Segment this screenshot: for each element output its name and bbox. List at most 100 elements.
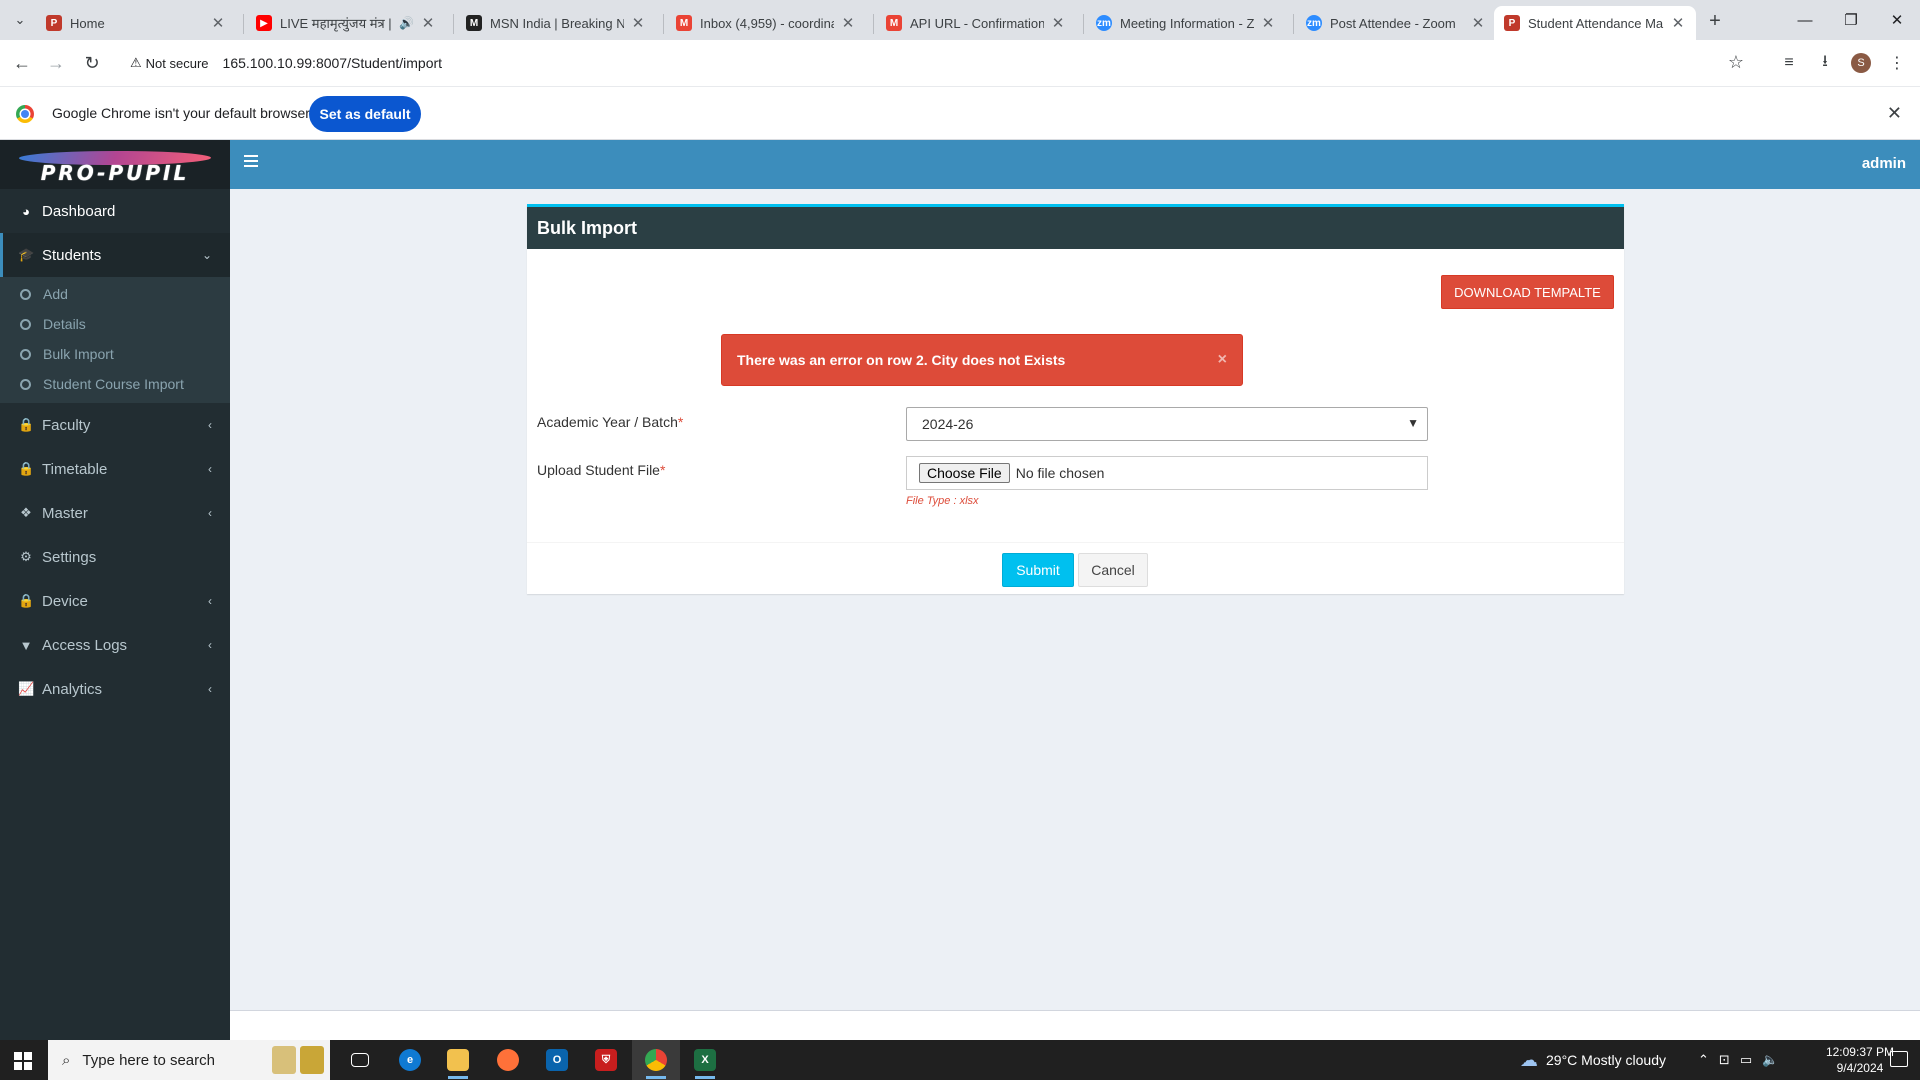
volume-icon[interactable]: 🔈 bbox=[1762, 1052, 1788, 1068]
cancel-button[interactable]: Cancel bbox=[1078, 553, 1148, 587]
download-template-button[interactable]: DOWNLOAD TEMPALTE bbox=[1441, 275, 1614, 309]
taskbar-clock[interactable]: 12:09:37 PM 9/4/2024 bbox=[1826, 1044, 1894, 1076]
cloud-icon: ☁ bbox=[1520, 1049, 1538, 1070]
profile-avatar[interactable]: S bbox=[1851, 53, 1871, 73]
speaker-icon[interactable]: 🔊 bbox=[399, 16, 414, 30]
network-icon[interactable]: ▭ bbox=[1740, 1052, 1762, 1068]
set-as-default-button[interactable]: Set as default bbox=[309, 96, 421, 132]
taskbar-search[interactable]: ⌕ Type here to search bbox=[48, 1040, 330, 1080]
dashboard-icon: ◕ bbox=[22, 203, 30, 219]
alert-close-icon[interactable]: × bbox=[1218, 351, 1227, 369]
browser-tab-active[interactable]: P Student Attendance Man ✕ bbox=[1494, 6, 1696, 40]
media-control-icon[interactable]: ≡ bbox=[1776, 50, 1802, 76]
tab-close-icon[interactable]: ✕ bbox=[420, 14, 436, 32]
browser-menu-icon[interactable]: ⋮ bbox=[1884, 50, 1910, 76]
browser-tab[interactable]: M API URL - Confirmation n ✕ bbox=[876, 6, 1076, 40]
system-tray[interactable]: ⌃ ⊡ ▭ 🔈 bbox=[1698, 1040, 1788, 1080]
new-tab-icon[interactable]: + bbox=[1702, 8, 1728, 34]
browser-tab[interactable]: ▶ LIVE महामृत्युंजय मंत्र | M 🔊 ✕ bbox=[246, 6, 446, 40]
tab-close-icon[interactable]: ✕ bbox=[1670, 14, 1686, 32]
sidebar-item-label: Device bbox=[42, 592, 88, 610]
browser-tab[interactable]: M MSN India | Breaking New ✕ bbox=[456, 6, 656, 40]
search-highlight-image bbox=[272, 1046, 324, 1074]
chevron-up-icon[interactable]: ⌃ bbox=[1698, 1052, 1719, 1068]
excel-icon[interactable]: X bbox=[681, 1040, 729, 1080]
submit-button[interactable]: Submit bbox=[1002, 553, 1074, 587]
choose-file-button[interactable]: Choose File bbox=[919, 463, 1010, 483]
submenu-item-details[interactable]: Details bbox=[0, 309, 230, 339]
gmail-icon: M bbox=[886, 15, 902, 31]
window-close-icon[interactable]: ✕ bbox=[1874, 0, 1920, 40]
submenu-item-student-course-import[interactable]: Student Course Import bbox=[0, 369, 230, 399]
address-bar[interactable]: ⚠ Not secure 165.100.10.99:8007/Student/… bbox=[124, 46, 1754, 80]
warning-icon: ⚠ bbox=[130, 55, 142, 70]
sidebar-item-label: Master bbox=[42, 504, 88, 522]
sidebar-item-faculty[interactable]: 🔒 Faculty ‹ bbox=[0, 403, 230, 447]
tab-close-icon[interactable]: ✕ bbox=[210, 14, 226, 32]
tab-title: Student Attendance Man bbox=[1528, 15, 1664, 31]
sidebar-item-students[interactable]: 🎓 Students ⌄ bbox=[0, 233, 230, 277]
forward-icon[interactable]: → bbox=[42, 49, 70, 77]
security-indicator[interactable]: ⚠ Not secure bbox=[130, 55, 209, 71]
sidebar-item-timetable[interactable]: 🔒 Timetable ‹ bbox=[0, 447, 230, 491]
tab-close-icon[interactable]: ✕ bbox=[1470, 14, 1486, 32]
chrome-taskbar-icon[interactable] bbox=[632, 1040, 680, 1080]
infobar-message: Google Chrome isn't your default browser bbox=[52, 105, 310, 121]
gmail-icon: M bbox=[676, 15, 692, 31]
no-file-text: No file chosen bbox=[1015, 465, 1105, 481]
tab-title: MSN India | Breaking New bbox=[490, 15, 624, 31]
pro-pupil-favicon-icon: P bbox=[46, 15, 62, 31]
outlook-icon[interactable]: O bbox=[533, 1040, 581, 1080]
tab-close-icon[interactable]: ✕ bbox=[1050, 14, 1066, 32]
download-icon[interactable]: ⭳ bbox=[1812, 50, 1838, 76]
tab-close-icon[interactable]: ✕ bbox=[840, 14, 856, 32]
circle-icon bbox=[20, 348, 31, 360]
url-text[interactable]: 165.100.10.99:8007/Student/import bbox=[223, 55, 443, 71]
form-footer: Submit Cancel bbox=[527, 542, 1624, 597]
windows-start-icon[interactable] bbox=[14, 1052, 32, 1070]
browser-tab[interactable]: M Inbox (4,959) - coordinato ✕ bbox=[666, 6, 866, 40]
tab-close-icon[interactable]: ✕ bbox=[1260, 14, 1276, 32]
reload-icon[interactable]: ↻ bbox=[78, 49, 106, 77]
submenu-item-add[interactable]: Add bbox=[0, 279, 230, 309]
meet-now-icon[interactable]: ⊡ bbox=[1719, 1052, 1740, 1068]
sidebar-item-access-logs[interactable]: ▼ Access Logs ‹ bbox=[0, 623, 230, 667]
tab-close-icon[interactable]: ✕ bbox=[630, 14, 646, 32]
cogs-icon: ⚙ bbox=[20, 549, 32, 564]
sidebar-item-master[interactable]: ❖ Master ‹ bbox=[0, 491, 230, 535]
notification-icon[interactable] bbox=[1890, 1051, 1908, 1067]
submenu-item-bulk-import[interactable]: Bulk Import bbox=[0, 339, 230, 369]
task-view-icon[interactable] bbox=[336, 1040, 384, 1080]
restore-icon[interactable]: ❐ bbox=[1828, 0, 1874, 40]
edge-icon[interactable]: e bbox=[386, 1040, 434, 1080]
academic-year-select[interactable]: 2024-26 ▼ bbox=[906, 407, 1428, 441]
clock-time: 12:09:37 PM bbox=[1825, 1045, 1894, 1059]
chevron-left-icon: ‹ bbox=[208, 594, 212, 608]
error-message: There was an error on row 2. City does n… bbox=[737, 352, 1066, 368]
file-explorer-icon[interactable] bbox=[434, 1040, 482, 1080]
back-icon[interactable]: ← bbox=[8, 49, 36, 77]
security-app-icon[interactable]: ⛨ bbox=[582, 1040, 630, 1080]
file-upload-input[interactable]: Choose File No file chosen bbox=[906, 456, 1428, 490]
hamburger-menu-icon[interactable] bbox=[244, 155, 260, 173]
sidebar-item-dashboard[interactable]: ◕ Dashboard bbox=[0, 189, 230, 233]
weather-widget[interactable]: ☁ 29°C Mostly cloudy bbox=[1520, 1040, 1666, 1080]
browser-tab[interactable]: P Home ✕ bbox=[36, 6, 236, 40]
sidebar-item-analytics[interactable]: 📈 Analytics ‹ bbox=[0, 667, 230, 711]
tab-title: Home bbox=[70, 15, 105, 31]
bookmark-star-icon[interactable]: ☆ bbox=[1728, 52, 1744, 73]
browser-tab[interactable]: zm Post Attendee - Zoom ✕ bbox=[1296, 6, 1496, 40]
sidebar-item-settings[interactable]: ⚙ Settings bbox=[0, 535, 230, 579]
firefox-icon[interactable] bbox=[484, 1040, 532, 1080]
tab-search-dropdown-icon[interactable]: ⌄ bbox=[7, 8, 33, 32]
sidebar: PRO-PUPIL ◕ Dashboard 🎓 Students ⌄ Add D… bbox=[0, 140, 230, 1040]
bulk-import-panel: Bulk Import DOWNLOAD TEMPALTE There was … bbox=[527, 204, 1624, 594]
user-menu[interactable]: admin bbox=[1862, 155, 1906, 172]
browser-tab[interactable]: zm Meeting Information - Zo ✕ bbox=[1086, 6, 1286, 40]
sidebar-item-device[interactable]: 🔒 Device ‹ bbox=[0, 579, 230, 623]
logo[interactable]: PRO-PUPIL bbox=[0, 140, 230, 189]
weather-text: 29°C Mostly cloudy bbox=[1546, 1052, 1666, 1068]
infobar-close-icon[interactable]: ✕ bbox=[1887, 103, 1902, 124]
search-placeholder: Type here to search bbox=[82, 1051, 215, 1069]
minimize-icon[interactable]: — bbox=[1782, 0, 1828, 40]
